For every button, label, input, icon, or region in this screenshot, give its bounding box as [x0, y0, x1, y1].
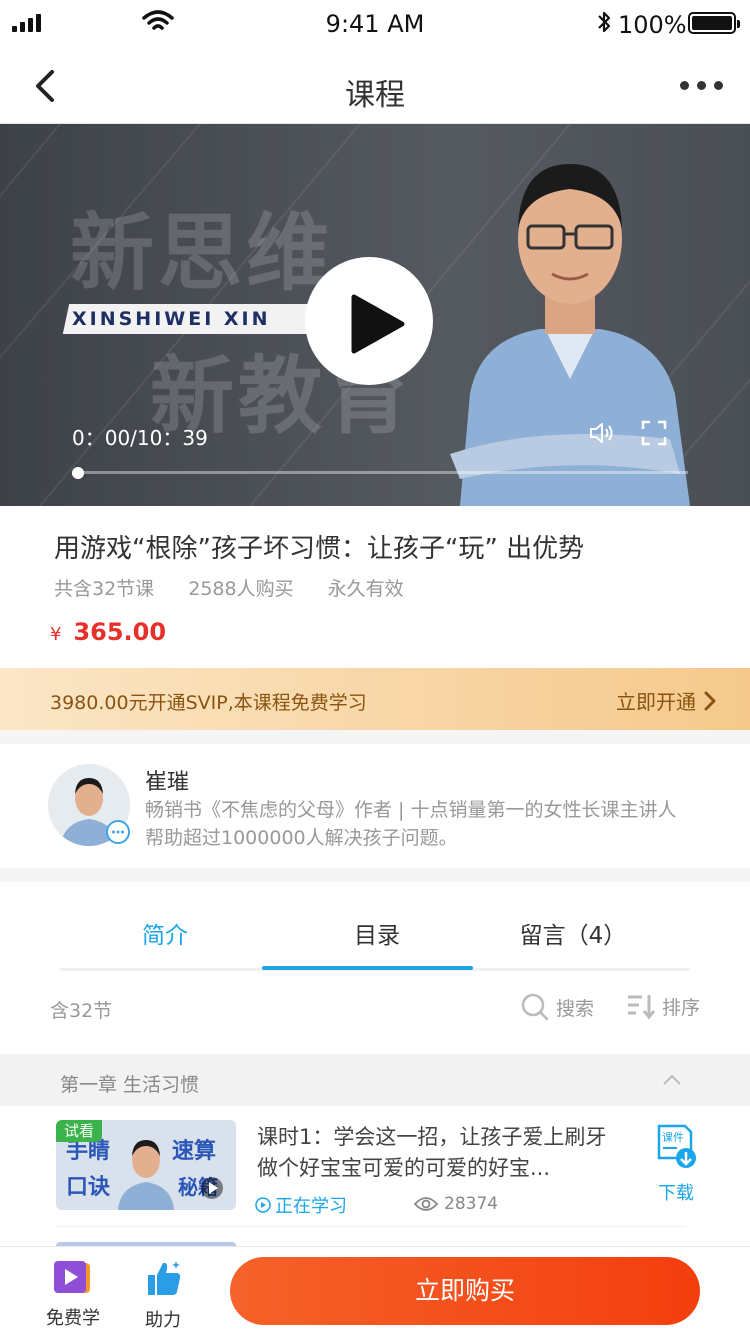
video-stripe-text: XINSHIWEI XIN: [72, 308, 271, 330]
catalog-header: 含32节 搜索 排序: [0, 972, 750, 1054]
download-label: 下载: [658, 1183, 694, 1204]
status-bar: 9:41 AM 100%: [0, 0, 750, 48]
page-title: 课程: [345, 78, 405, 113]
author-desc-line-1: 畅销书《不焦虑的父母》作者 | 十点销量第一的女性长课主讲人: [145, 799, 677, 821]
section-divider: [0, 730, 750, 744]
free-learn-button[interactable]: 免费学: [38, 1259, 108, 1330]
video-player[interactable]: 新思维 XINSHIWEI XIN 新教育 0：00/10：39: [0, 124, 750, 506]
help-label: 助力: [145, 1310, 181, 1331]
svip-open-button[interactable]: 立即开通: [616, 686, 716, 715]
course-title: 用游戏“根除”孩子坏习惯：让孩子“玩” 出优势: [54, 534, 585, 564]
view-count-value: 28374: [444, 1194, 499, 1214]
battery-percent: 100%: [618, 11, 687, 39]
lesson-title[interactable]: 课时1：学会这一招，让孩子爱上刷牙做个好宝宝可爱的可爱的好宝...: [257, 1122, 627, 1184]
more-icon[interactable]: [680, 81, 724, 93]
author-desc-line-2: 帮助超过1000000人解决孩子问题。: [145, 827, 458, 849]
author-description: 畅销书《不焦虑的父母》作者 | 十点销量第一的女性长课主讲人 帮助超过10000…: [145, 796, 725, 852]
sort-icon: [628, 995, 656, 1020]
chat-badge-icon: [106, 820, 130, 844]
download-icon: 课件: [657, 1124, 696, 1168]
tab-bar: 简介 目录 留言（4）: [0, 882, 750, 972]
tab-comments[interactable]: 留言（4）: [468, 916, 678, 950]
chapter-header[interactable]: 第一章 生活习惯: [0, 1054, 750, 1106]
currency-symbol: ¥: [50, 624, 62, 645]
fullscreen-icon[interactable]: [641, 420, 667, 446]
author-name: 崔璀: [145, 770, 190, 795]
thumb-text-2: 速算: [172, 1138, 216, 1164]
chapter-title: 第一章 生活习惯: [60, 1074, 200, 1096]
row-divider: [56, 1226, 686, 1227]
view-count: 28374: [414, 1194, 498, 1214]
play-circle-icon: [255, 1197, 271, 1213]
search-icon: [521, 993, 549, 1021]
download-icon-text: 课件: [662, 1131, 684, 1144]
search-button[interactable]: 搜索: [520, 992, 594, 1022]
nav-bar: 课程: [0, 48, 750, 124]
course-meta: 共含32节课 2588人购买 永久有效: [54, 574, 432, 601]
help-button[interactable]: 助力: [128, 1259, 198, 1332]
video-play-icon: [54, 1261, 90, 1293]
play-button[interactable]: [305, 257, 433, 385]
buy-now-button[interactable]: 立即购买: [230, 1257, 700, 1325]
sort-label: 排序: [662, 996, 701, 1019]
bottom-action-bar: 免费学 助力 立即购买: [0, 1246, 750, 1334]
video-overlay-text: 新思维: [70, 204, 335, 302]
buyer-count: 2588人购买: [188, 578, 294, 600]
eye-icon: [414, 1197, 438, 1211]
chevron-up-icon[interactable]: [662, 1074, 682, 1086]
lesson-count: 共含32节课: [54, 578, 155, 600]
svip-banner[interactable]: 3980.00元开通SVIP,本课程免费学习 立即开通: [0, 668, 750, 730]
validity: 永久有效: [327, 578, 404, 600]
catalog-count: 含32节: [50, 1000, 113, 1022]
battery-icon: [688, 12, 740, 34]
teacher-image: [450, 164, 690, 506]
trial-badge: 试看: [56, 1120, 102, 1142]
course-price: ¥365.00: [50, 618, 166, 646]
thumbs-up-icon: [148, 1261, 181, 1295]
price-value: 365.00: [73, 618, 167, 646]
tab-intro[interactable]: 简介: [60, 916, 270, 950]
play-icon: [351, 294, 405, 354]
thumb-text-3: 口诀: [66, 1175, 110, 1200]
search-label: 搜索: [556, 997, 595, 1020]
volume-icon[interactable]: [588, 420, 616, 446]
section-divider: [0, 868, 750, 882]
tab-catalog[interactable]: 目录: [272, 916, 482, 950]
svip-text: 3980.00元开通SVIP,本课程免费学习: [50, 692, 367, 714]
download-courseware-button[interactable]: 课件 下载: [650, 1124, 702, 1205]
sort-button[interactable]: 排序: [626, 992, 700, 1020]
chevron-right-icon: [704, 691, 716, 710]
video-progress-track[interactable]: [78, 471, 688, 474]
tab-active-indicator: [262, 966, 473, 970]
svip-open-label: 立即开通: [616, 690, 696, 714]
bluetooth-icon: [598, 11, 611, 33]
learning-status: 正在学习: [255, 1192, 347, 1218]
video-progress-knob[interactable]: [72, 467, 84, 479]
video-time: 0：00/10：39: [72, 426, 208, 450]
list-item[interactable]: 手睛 口诀 速算 秘籍 试看 课时1：学会这一招，让孩子爱上刷牙做个好宝宝可爱的…: [0, 1106, 750, 1228]
free-learn-label: 免费学: [46, 1308, 100, 1329]
author-card[interactable]: 崔璀 畅销书《不焦虑的父母》作者 | 十点销量第一的女性长课主讲人 帮助超过10…: [0, 744, 750, 868]
learning-status-label: 正在学习: [275, 1196, 347, 1217]
